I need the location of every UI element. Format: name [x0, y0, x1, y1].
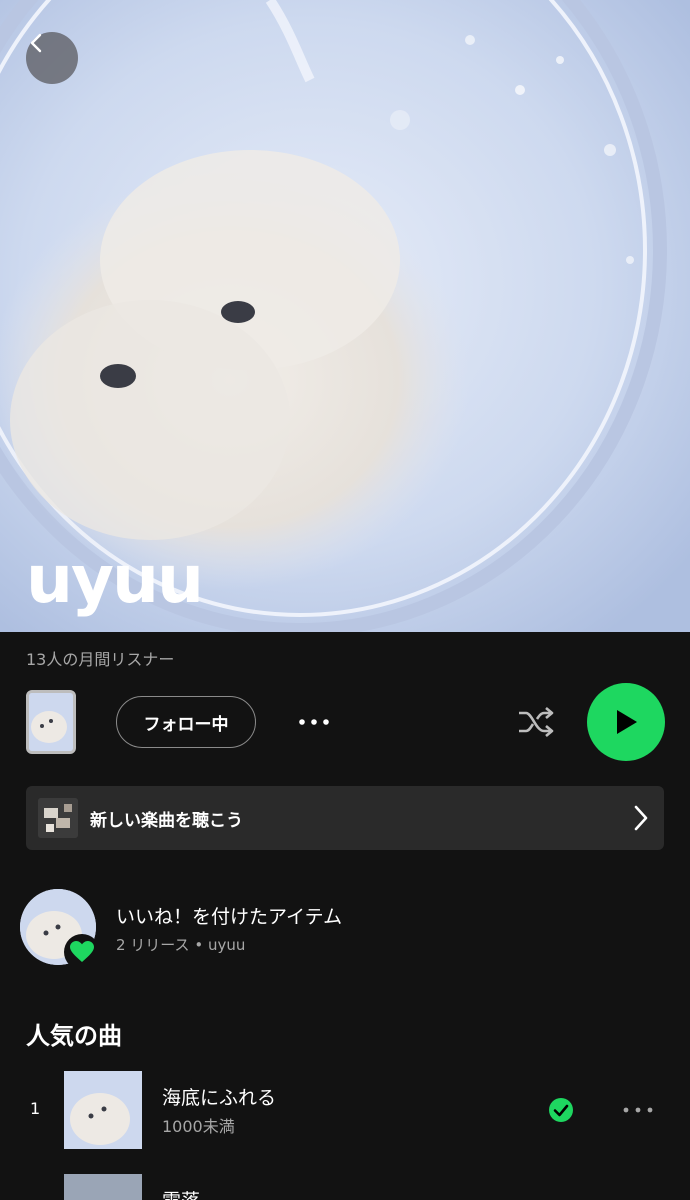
play-button[interactable]	[587, 683, 665, 761]
track-title: 雫落	[162, 1186, 200, 1200]
discover-label: 新しい楽曲を聴こう	[90, 811, 243, 831]
follow-button[interactable]: フォロー中	[116, 696, 256, 748]
track-more-button[interactable]	[620, 1097, 656, 1123]
more-options-button[interactable]	[294, 706, 334, 738]
back-button[interactable]	[26, 32, 78, 84]
chevron-left-icon	[30, 33, 42, 53]
chevron-right-icon	[634, 805, 648, 831]
track-artwork-image	[64, 1071, 142, 1149]
shuffle-button[interactable]	[512, 700, 560, 744]
track-title: 海底にふれる	[162, 1087, 277, 1109]
track-row[interactable]: 1 海底にふれる 1000未満	[0, 1071, 690, 1151]
liked-items-subtitle: 2 リリース • uyuu	[116, 936, 246, 954]
liked-badge	[64, 934, 100, 970]
track-artwork-image	[64, 1174, 142, 1200]
hero-artwork	[0, 0, 690, 632]
track-play-count: 1000未満	[162, 1117, 235, 1136]
discover-image	[38, 798, 78, 838]
play-icon	[617, 710, 637, 734]
track-artwork	[64, 1174, 142, 1200]
artist-thumbnail[interactable]	[26, 690, 76, 754]
popular-tracks-heading: 人気の曲	[26, 1022, 122, 1050]
thumbnail-image	[29, 693, 73, 751]
discover-thumbnail	[38, 798, 78, 838]
heart-icon	[70, 941, 94, 962]
shuffle-icon	[519, 707, 554, 737]
more-horizontal-icon	[623, 1107, 653, 1113]
track-artwork	[64, 1071, 142, 1149]
artist-hero-image: uyuu	[0, 0, 690, 632]
more-horizontal-icon	[299, 719, 329, 725]
discover-new-music-banner[interactable]: 新しい楽曲を聴こう	[26, 786, 664, 850]
saved-check-icon[interactable]	[548, 1097, 574, 1123]
track-row[interactable]: 2 雫落	[0, 1174, 690, 1200]
track-rank: 1	[30, 1099, 41, 1118]
artist-page: uyuu 13人の月間リスナー フォロー中 新しい楽曲を聴こう いいね！を付けた…	[0, 0, 690, 1200]
artist-name: uyuu	[26, 541, 204, 618]
liked-items-row[interactable]: いいね！を付けたアイテム 2 リリース • uyuu	[18, 886, 668, 970]
monthly-listeners: 13人の月間リスナー	[26, 650, 175, 669]
liked-items-title: いいね！を付けたアイテム	[116, 906, 343, 928]
